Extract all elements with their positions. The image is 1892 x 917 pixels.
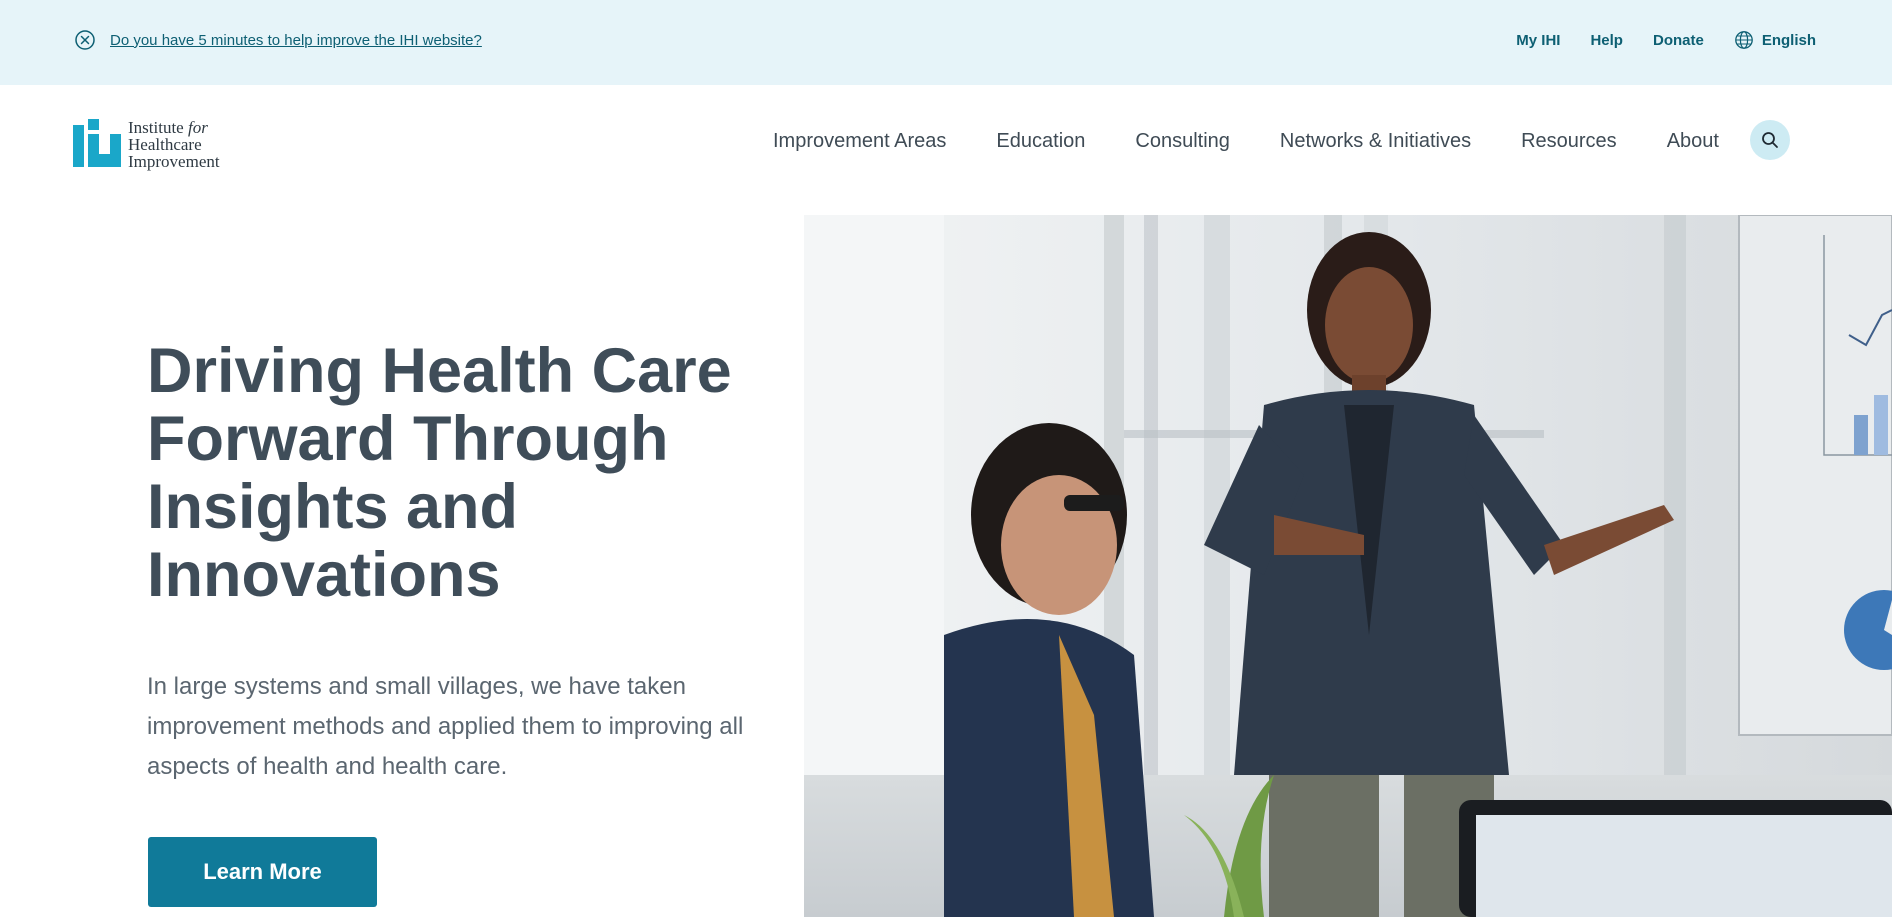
logo-line-2: Healthcare	[128, 135, 202, 154]
survey-prompt: Do you have 5 minutes to help improve th…	[74, 29, 482, 51]
language-label[interactable]: English	[1762, 32, 1816, 49]
hero-title: Driving Health Care Forward Through Insi…	[147, 336, 732, 610]
site-header: Institute for Healthcare Improvement Imp…	[0, 85, 1892, 215]
top-banner: Do you have 5 minutes to help improve th…	[0, 0, 1892, 85]
language-selector[interactable]: English	[1734, 30, 1816, 50]
logo-wordmark: Institute for Healthcare Improvement	[128, 119, 220, 170]
nav-about[interactable]: About	[1667, 130, 1719, 153]
help-link[interactable]: Help	[1590, 32, 1623, 49]
nav-networks-initiatives[interactable]: Networks & Initiatives	[1280, 130, 1471, 153]
learn-more-button[interactable]: Learn More	[148, 837, 377, 907]
utility-nav: My IHI Help Donate English	[1516, 30, 1816, 50]
ihi-logo[interactable]: Institute for Healthcare Improvement	[73, 119, 220, 170]
hero-photo-illustration	[804, 215, 1892, 917]
globe-icon	[1734, 31, 1753, 49]
close-circle-icon[interactable]	[74, 29, 96, 51]
nav-education[interactable]: Education	[996, 130, 1085, 153]
nav-improvement-areas[interactable]: Improvement Areas	[773, 130, 946, 153]
donate-link[interactable]: Donate	[1653, 32, 1704, 49]
nav-consulting[interactable]: Consulting	[1135, 130, 1230, 153]
my-ihi-link[interactable]: My IHI	[1516, 32, 1560, 49]
hero-photo	[804, 215, 1892, 917]
nav-resources[interactable]: Resources	[1521, 130, 1617, 153]
survey-link[interactable]: Do you have 5 minutes to help improve th…	[110, 32, 482, 49]
logo-line-3: Improvement	[128, 152, 220, 171]
ihi-logo-mark	[73, 119, 121, 167]
search-icon	[1762, 132, 1778, 148]
main-nav: Improvement Areas Education Consulting N…	[773, 130, 1719, 153]
search-button[interactable]	[1750, 120, 1790, 160]
hero-description: In large systems and small villages, we …	[147, 673, 744, 780]
